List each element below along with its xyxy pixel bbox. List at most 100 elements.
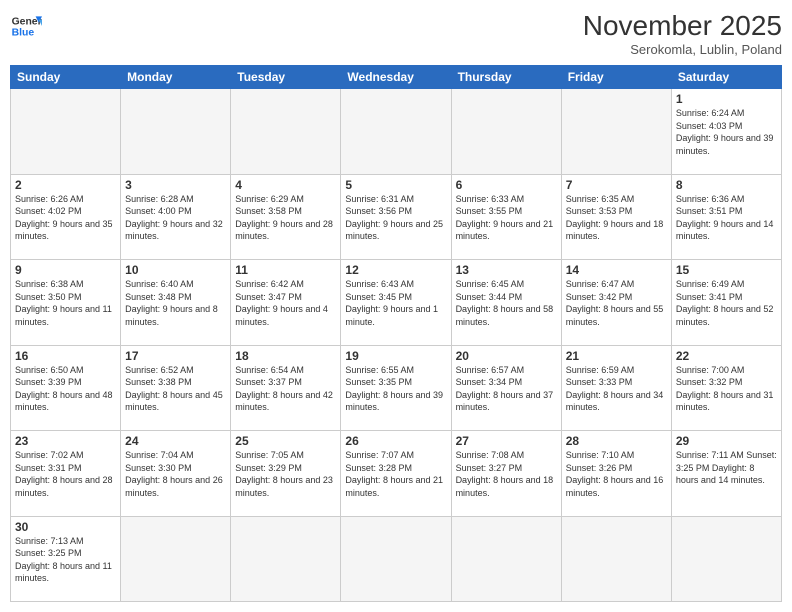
table-row: [561, 89, 671, 175]
table-row: 29Sunrise: 7:11 AM Sunset: 3:25 PM Dayli…: [671, 431, 781, 517]
day-number: 14: [566, 263, 667, 277]
day-number: 3: [125, 178, 226, 192]
day-info: Sunrise: 6:45 AM Sunset: 3:44 PM Dayligh…: [456, 278, 557, 328]
day-info: Sunrise: 6:26 AM Sunset: 4:02 PM Dayligh…: [15, 193, 116, 243]
day-number: 7: [566, 178, 667, 192]
calendar-table: Sunday Monday Tuesday Wednesday Thursday…: [10, 65, 782, 602]
day-number: 16: [15, 349, 116, 363]
day-info: Sunrise: 6:38 AM Sunset: 3:50 PM Dayligh…: [15, 278, 116, 328]
day-number: 6: [456, 178, 557, 192]
day-number: 26: [345, 434, 446, 448]
table-row: 15Sunrise: 6:49 AM Sunset: 3:41 PM Dayli…: [671, 260, 781, 346]
day-info: Sunrise: 7:11 AM Sunset: 3:25 PM Dayligh…: [676, 449, 777, 487]
day-number: 15: [676, 263, 777, 277]
table-row: 25Sunrise: 7:05 AM Sunset: 3:29 PM Dayli…: [231, 431, 341, 517]
day-info: Sunrise: 6:40 AM Sunset: 3:48 PM Dayligh…: [125, 278, 226, 328]
day-number: 29: [676, 434, 777, 448]
calendar-week-row: 23Sunrise: 7:02 AM Sunset: 3:31 PM Dayli…: [11, 431, 782, 517]
day-number: 5: [345, 178, 446, 192]
calendar-week-row: 30Sunrise: 7:13 AM Sunset: 3:25 PM Dayli…: [11, 516, 782, 602]
table-row: 14Sunrise: 6:47 AM Sunset: 3:42 PM Dayli…: [561, 260, 671, 346]
table-row: [231, 516, 341, 602]
day-info: Sunrise: 6:42 AM Sunset: 3:47 PM Dayligh…: [235, 278, 336, 328]
day-number: 22: [676, 349, 777, 363]
table-row: [561, 516, 671, 602]
day-number: 28: [566, 434, 667, 448]
calendar-week-row: 16Sunrise: 6:50 AM Sunset: 3:39 PM Dayli…: [11, 345, 782, 431]
table-row: 27Sunrise: 7:08 AM Sunset: 3:27 PM Dayli…: [451, 431, 561, 517]
table-row: 16Sunrise: 6:50 AM Sunset: 3:39 PM Dayli…: [11, 345, 121, 431]
table-row: [671, 516, 781, 602]
logo: General Blue: [10, 10, 42, 42]
table-row: 3Sunrise: 6:28 AM Sunset: 4:00 PM Daylig…: [121, 174, 231, 260]
table-row: 5Sunrise: 6:31 AM Sunset: 3:56 PM Daylig…: [341, 174, 451, 260]
header-wednesday: Wednesday: [341, 66, 451, 89]
table-row: [231, 89, 341, 175]
table-row: [451, 516, 561, 602]
day-info: Sunrise: 7:08 AM Sunset: 3:27 PM Dayligh…: [456, 449, 557, 499]
table-row: [451, 89, 561, 175]
day-number: 19: [345, 349, 446, 363]
logo-icon: General Blue: [10, 10, 42, 42]
calendar-header-row: Sunday Monday Tuesday Wednesday Thursday…: [11, 66, 782, 89]
header: General Blue November 2025 Serokomla, Lu…: [10, 10, 782, 57]
day-info: Sunrise: 6:57 AM Sunset: 3:34 PM Dayligh…: [456, 364, 557, 414]
day-info: Sunrise: 6:59 AM Sunset: 3:33 PM Dayligh…: [566, 364, 667, 414]
day-number: 25: [235, 434, 336, 448]
day-info: Sunrise: 6:28 AM Sunset: 4:00 PM Dayligh…: [125, 193, 226, 243]
day-info: Sunrise: 6:31 AM Sunset: 3:56 PM Dayligh…: [345, 193, 446, 243]
day-number: 11: [235, 263, 336, 277]
location: Serokomla, Lublin, Poland: [583, 42, 782, 57]
day-info: Sunrise: 7:13 AM Sunset: 3:25 PM Dayligh…: [15, 535, 116, 585]
table-row: 8Sunrise: 6:36 AM Sunset: 3:51 PM Daylig…: [671, 174, 781, 260]
page: General Blue November 2025 Serokomla, Lu…: [0, 0, 792, 612]
day-number: 17: [125, 349, 226, 363]
day-number: 27: [456, 434, 557, 448]
table-row: 7Sunrise: 6:35 AM Sunset: 3:53 PM Daylig…: [561, 174, 671, 260]
day-info: Sunrise: 7:04 AM Sunset: 3:30 PM Dayligh…: [125, 449, 226, 499]
calendar-week-row: 9Sunrise: 6:38 AM Sunset: 3:50 PM Daylig…: [11, 260, 782, 346]
day-info: Sunrise: 6:36 AM Sunset: 3:51 PM Dayligh…: [676, 193, 777, 243]
day-number: 2: [15, 178, 116, 192]
table-row: 1Sunrise: 6:24 AM Sunset: 4:03 PM Daylig…: [671, 89, 781, 175]
table-row: [121, 516, 231, 602]
calendar-week-row: 1Sunrise: 6:24 AM Sunset: 4:03 PM Daylig…: [11, 89, 782, 175]
table-row: 6Sunrise: 6:33 AM Sunset: 3:55 PM Daylig…: [451, 174, 561, 260]
header-saturday: Saturday: [671, 66, 781, 89]
table-row: 22Sunrise: 7:00 AM Sunset: 3:32 PM Dayli…: [671, 345, 781, 431]
month-title: November 2025: [583, 10, 782, 42]
day-number: 18: [235, 349, 336, 363]
table-row: 23Sunrise: 7:02 AM Sunset: 3:31 PM Dayli…: [11, 431, 121, 517]
day-info: Sunrise: 6:43 AM Sunset: 3:45 PM Dayligh…: [345, 278, 446, 328]
day-info: Sunrise: 6:29 AM Sunset: 3:58 PM Dayligh…: [235, 193, 336, 243]
header-tuesday: Tuesday: [231, 66, 341, 89]
title-area: November 2025 Serokomla, Lublin, Poland: [583, 10, 782, 57]
day-number: 4: [235, 178, 336, 192]
day-number: 20: [456, 349, 557, 363]
svg-text:Blue: Blue: [12, 28, 35, 39]
table-row: 9Sunrise: 6:38 AM Sunset: 3:50 PM Daylig…: [11, 260, 121, 346]
day-number: 30: [15, 520, 116, 534]
day-info: Sunrise: 7:10 AM Sunset: 3:26 PM Dayligh…: [566, 449, 667, 499]
calendar-week-row: 2Sunrise: 6:26 AM Sunset: 4:02 PM Daylig…: [11, 174, 782, 260]
table-row: 12Sunrise: 6:43 AM Sunset: 3:45 PM Dayli…: [341, 260, 451, 346]
table-row: 20Sunrise: 6:57 AM Sunset: 3:34 PM Dayli…: [451, 345, 561, 431]
day-number: 13: [456, 263, 557, 277]
day-info: Sunrise: 6:24 AM Sunset: 4:03 PM Dayligh…: [676, 107, 777, 157]
day-info: Sunrise: 7:00 AM Sunset: 3:32 PM Dayligh…: [676, 364, 777, 414]
table-row: 17Sunrise: 6:52 AM Sunset: 3:38 PM Dayli…: [121, 345, 231, 431]
table-row: 24Sunrise: 7:04 AM Sunset: 3:30 PM Dayli…: [121, 431, 231, 517]
table-row: [11, 89, 121, 175]
table-row: [341, 89, 451, 175]
day-info: Sunrise: 6:52 AM Sunset: 3:38 PM Dayligh…: [125, 364, 226, 414]
table-row: 4Sunrise: 6:29 AM Sunset: 3:58 PM Daylig…: [231, 174, 341, 260]
table-row: 13Sunrise: 6:45 AM Sunset: 3:44 PM Dayli…: [451, 260, 561, 346]
day-info: Sunrise: 7:07 AM Sunset: 3:28 PM Dayligh…: [345, 449, 446, 499]
header-thursday: Thursday: [451, 66, 561, 89]
header-monday: Monday: [121, 66, 231, 89]
day-number: 8: [676, 178, 777, 192]
table-row: 19Sunrise: 6:55 AM Sunset: 3:35 PM Dayli…: [341, 345, 451, 431]
day-number: 9: [15, 263, 116, 277]
header-friday: Friday: [561, 66, 671, 89]
day-number: 23: [15, 434, 116, 448]
